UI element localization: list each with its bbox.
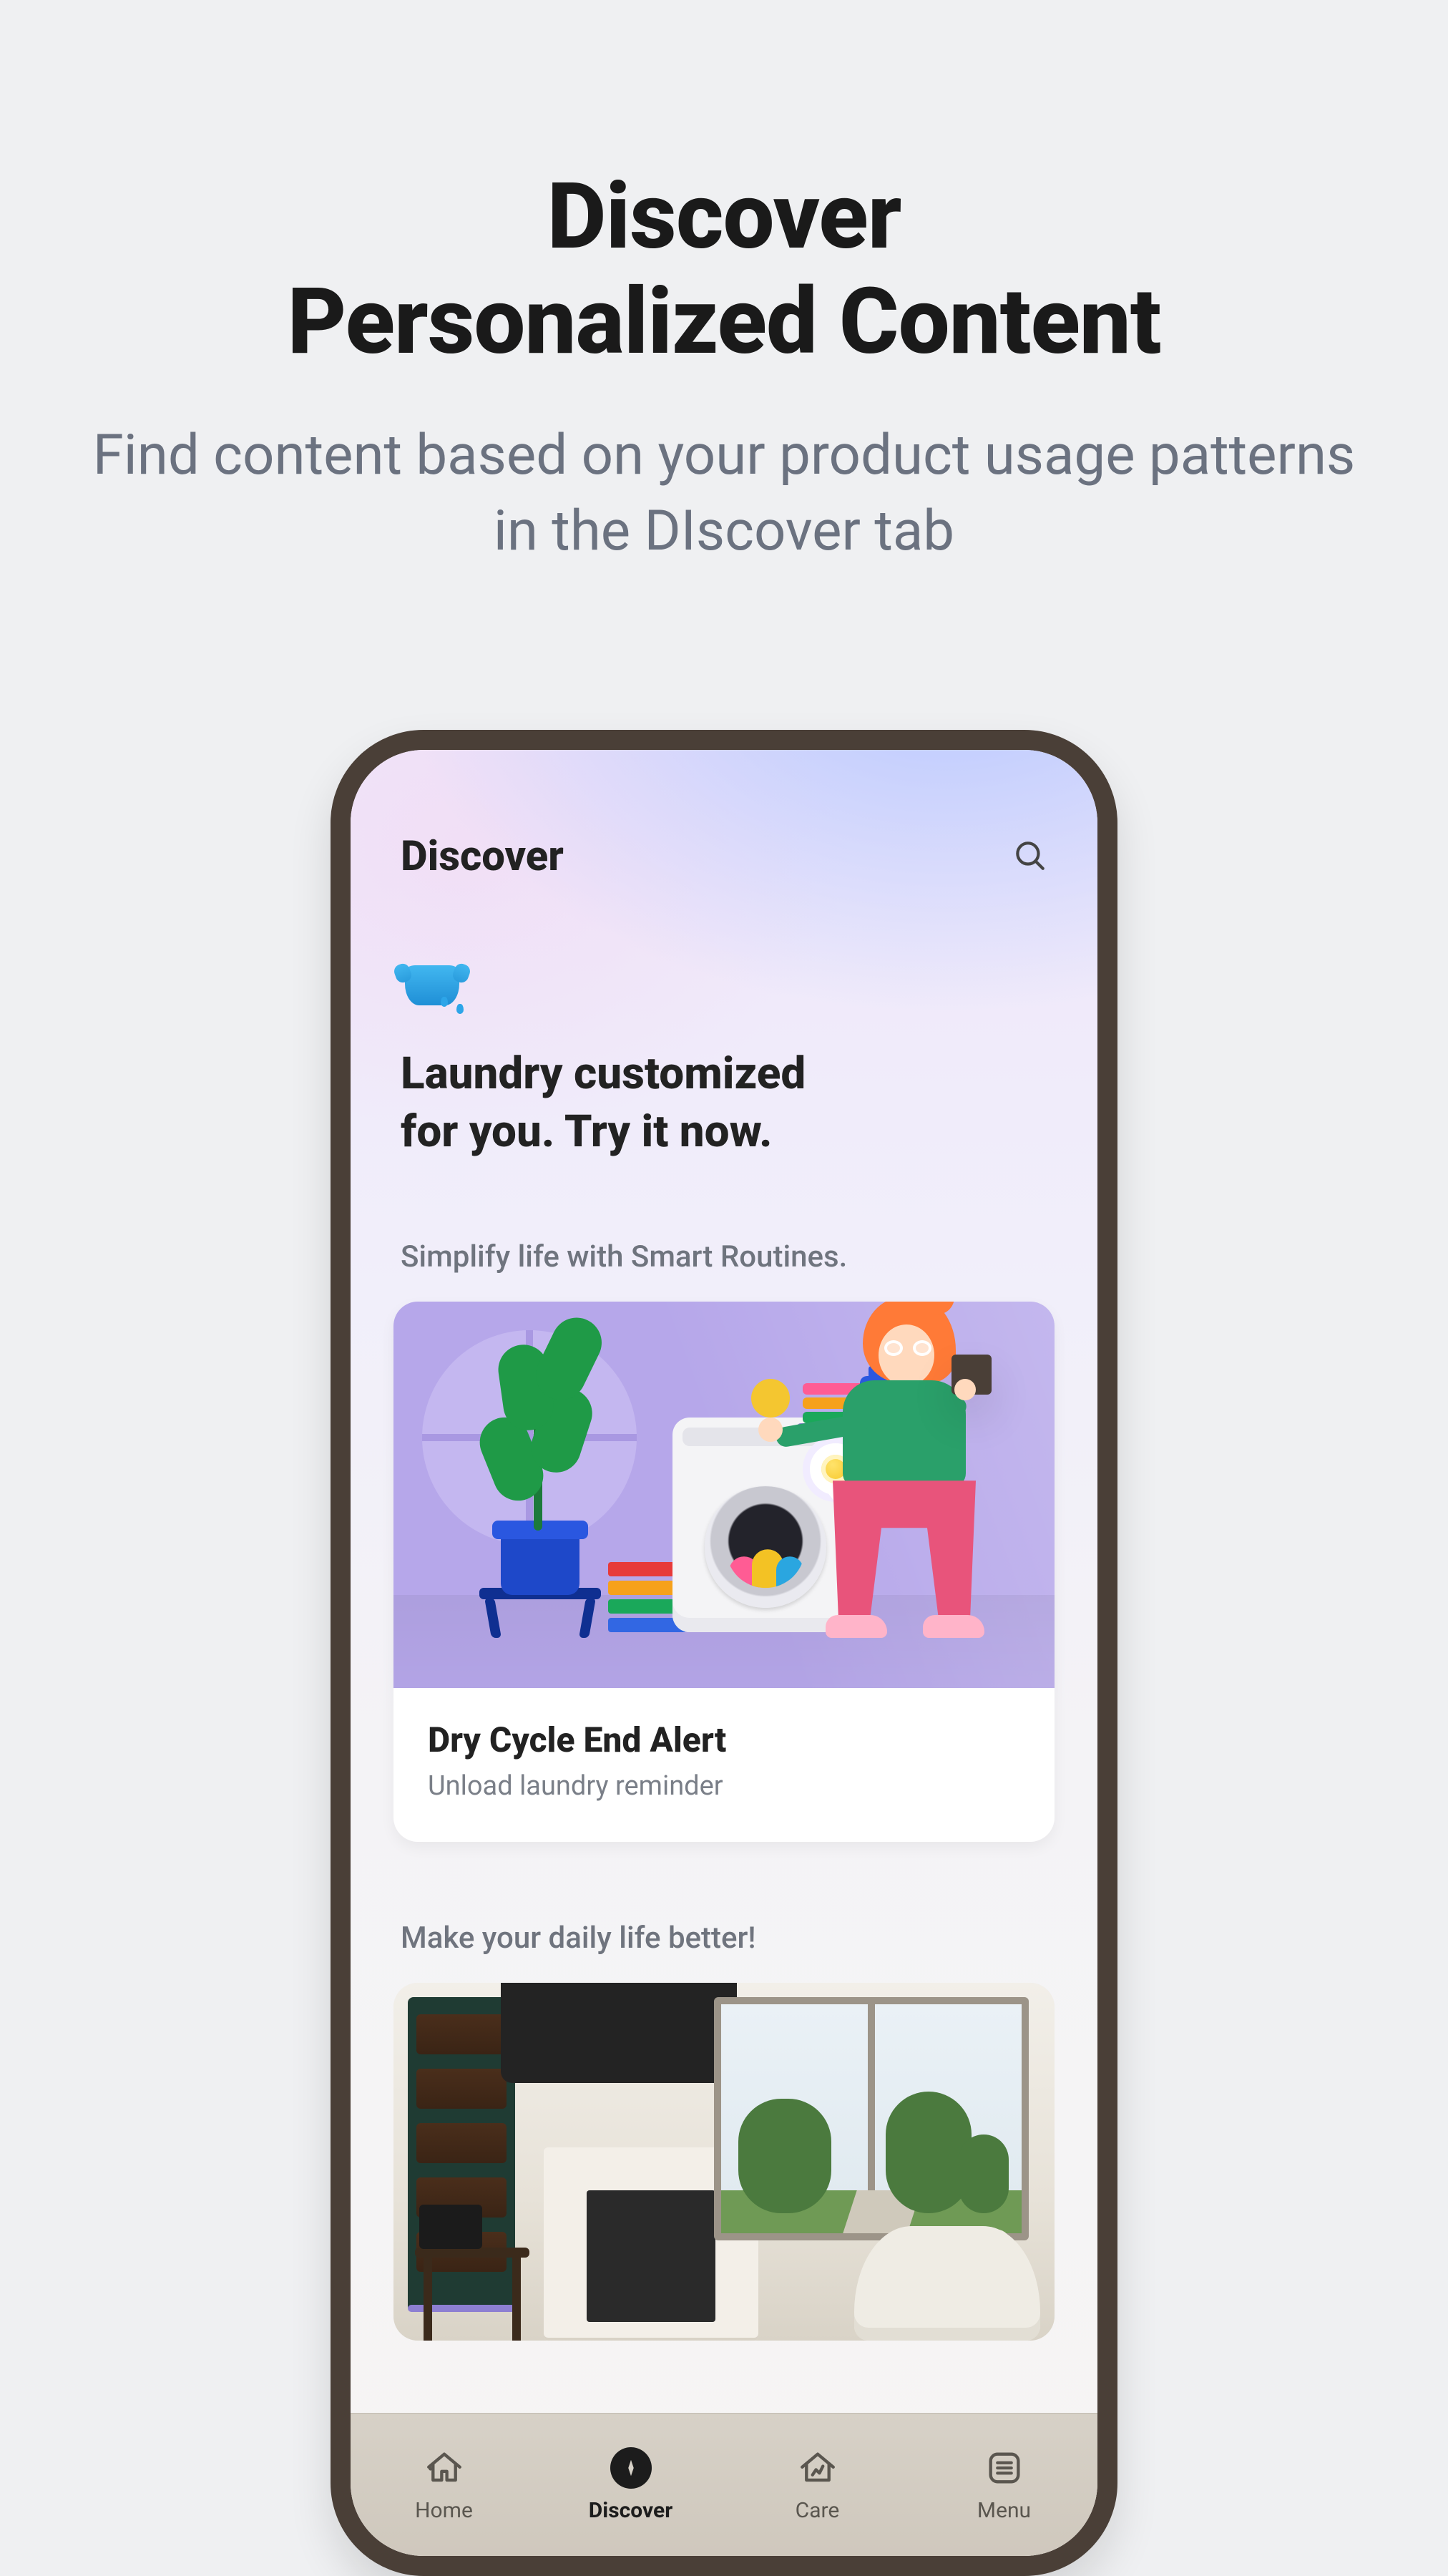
search-button[interactable]: [1012, 837, 1047, 876]
marketing-hero: Discover Personalized Content Find conte…: [0, 0, 1448, 569]
nav-care-label: Care: [796, 2498, 840, 2523]
routine-card-illustration: [393, 1302, 1055, 1688]
nav-menu-label: Menu: [977, 2498, 1031, 2523]
care-icon: [796, 2446, 839, 2489]
nav-home-label: Home: [415, 2498, 473, 2523]
home-icon: [423, 2446, 466, 2489]
living-room-image: [393, 1983, 1055, 2341]
routine-card-subtitle: Unload laundry reminder: [428, 1770, 1020, 1802]
nav-home[interactable]: Home: [351, 2414, 537, 2556]
routine-card-title: Dry Cycle End Alert: [428, 1719, 1020, 1760]
section-label-routines: Simplify life with Smart Routines.: [401, 1239, 1047, 1274]
menu-icon: [983, 2446, 1026, 2489]
search-icon: [1012, 837, 1047, 873]
bottom-nav: Home Discover: [351, 2413, 1097, 2556]
nav-care[interactable]: Care: [724, 2414, 911, 2556]
phone-screen: Discover Laundry customized for you. Try…: [351, 750, 1097, 2556]
nav-menu[interactable]: Menu: [911, 2414, 1097, 2556]
screen-header: Discover: [351, 750, 1097, 881]
hero-title-line1: Discover: [547, 163, 901, 270]
hero-title-line2: Personalized Content: [287, 268, 1160, 376]
routine-card-body: Dry Cycle End Alert Unload laundry remin…: [393, 1688, 1055, 1842]
nav-discover-label: Discover: [589, 2498, 672, 2523]
routine-card[interactable]: Dry Cycle End Alert Unload laundry remin…: [393, 1302, 1055, 1842]
section-label-daily: Make your daily life better!: [401, 1921, 1047, 1956]
feature-headline-line1: Laundry customized: [401, 1048, 806, 1100]
tshirt-wash-icon: [401, 960, 465, 1017]
phone-frame: Discover Laundry customized for you. Try…: [331, 730, 1117, 2576]
nav-discover[interactable]: Discover: [537, 2414, 724, 2556]
hero-title: Discover Personalized Content: [0, 165, 1448, 375]
daily-life-card[interactable]: [393, 1983, 1055, 2341]
compass-icon: [610, 2446, 652, 2489]
hero-subtitle: Find content based on your product usage…: [0, 418, 1448, 569]
phone-mockup: Discover Laundry customized for you. Try…: [331, 730, 1117, 2576]
feature-headline: Laundry customized for you. Try it now.: [401, 1045, 1047, 1161]
feature-headline-line2: for you. Try it now.: [401, 1106, 772, 1158]
screen-title: Discover: [401, 832, 564, 881]
